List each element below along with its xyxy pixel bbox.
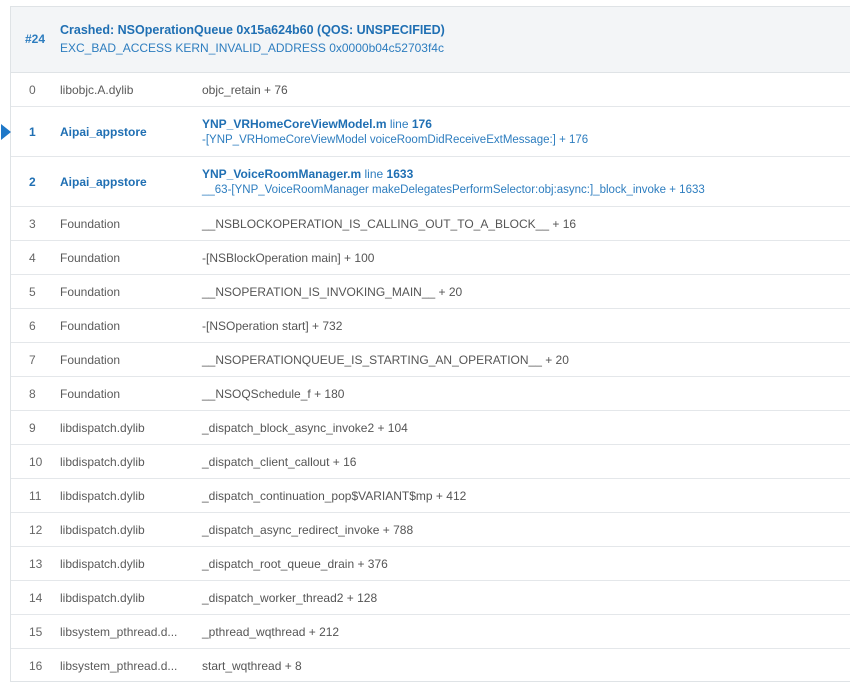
frame-line-word: line xyxy=(364,167,384,181)
frame-symbol: -[YNP_VRHomeCoreViewModel voiceRoomDidRe… xyxy=(202,134,589,146)
frame-line-number: 1633 xyxy=(386,167,414,181)
frame-library: libdispatch.dylib xyxy=(60,420,145,435)
frame-library: libdispatch.dylib xyxy=(60,556,145,571)
frame-index: 6 xyxy=(29,318,36,333)
frame-row[interactable]: 9 libdispatch.dylib _dispatch_block_asyn… xyxy=(11,411,850,445)
frame-library: libdispatch.dylib xyxy=(60,454,145,469)
frame-file: YNP_VRHomeCoreViewModel.m xyxy=(202,117,387,131)
frame-row[interactable]: 13 libdispatch.dylib _dispatch_root_queu… xyxy=(11,547,850,581)
frame-library: Foundation xyxy=(60,250,121,265)
frame-row[interactable]: 3 Foundation __NSBLOCKOPERATION_IS_CALLI… xyxy=(11,207,850,241)
frame-symbol: -[NSBlockOperation main] + 100 xyxy=(202,250,375,265)
frame-symbol: start_wqthread + 8 xyxy=(202,659,302,673)
frame-symbol: objc_retain + 76 xyxy=(202,82,288,97)
stack-trace-panel: #24 Crashed: NSOperationQueue 0x15a624b6… xyxy=(1,6,850,683)
frame-index: 12 xyxy=(29,522,43,537)
frame-index: 8 xyxy=(29,386,36,401)
frame-row[interactable]: 11 libdispatch.dylib _dispatch_continuat… xyxy=(11,479,850,513)
frame-index: 15 xyxy=(29,624,43,639)
frame-symbol: __63-[YNP_VoiceRoomManager makeDelegates… xyxy=(202,184,705,196)
frame-symbol: _dispatch_continuation_pop$VARIANT$mp + … xyxy=(202,488,467,503)
frame-index: 13 xyxy=(29,556,43,571)
frame-source-location[interactable]: YNP_VoiceRoomManager.m line 1633 xyxy=(202,166,705,182)
frame-line-number: 176 xyxy=(411,117,432,131)
current-frame-marker-icon xyxy=(1,124,11,140)
frame-index: 14 xyxy=(29,590,43,605)
frame-library: Foundation xyxy=(60,284,121,299)
frame-symbol: _dispatch_block_async_invoke2 + 104 xyxy=(202,420,408,435)
frame-library: Aipai_appstore xyxy=(60,174,147,189)
frame-symbol: _dispatch_worker_thread2 + 128 xyxy=(202,590,378,605)
frame-library: libdispatch.dylib xyxy=(60,522,145,537)
frame-symbol-block: YNP_VoiceRoomManager.m line 1633 __63-[Y… xyxy=(202,166,705,198)
frame-symbol: __NSBLOCKOPERATION_IS_CALLING_OUT_TO_A_B… xyxy=(202,216,577,231)
frame-library: libdispatch.dylib xyxy=(60,488,145,503)
frame-index: 16 xyxy=(29,659,43,673)
frame-row[interactable]: 2 Aipai_appstore YNP_VoiceRoomManager.m … xyxy=(11,157,850,207)
frame-library: libobjc.A.dylib xyxy=(60,82,134,97)
frame-symbol: _dispatch_root_queue_drain + 376 xyxy=(202,556,388,571)
frame-library: Foundation xyxy=(60,386,121,401)
frame-index: 2 xyxy=(29,174,36,189)
frame-symbol: _dispatch_async_redirect_invoke + 788 xyxy=(202,522,414,537)
frame-library: libsystem_pthread.d... xyxy=(60,659,178,673)
frame-symbol: __NSOQSchedule_f + 180 xyxy=(202,386,345,401)
frame-index: 0 xyxy=(29,82,36,97)
frame-index: 9 xyxy=(29,420,36,435)
frame-row[interactable]: 7 Foundation __NSOPERATIONQUEUE_IS_START… xyxy=(11,343,850,377)
frame-index: 5 xyxy=(29,284,36,299)
frame-library: libdispatch.dylib xyxy=(60,590,145,605)
frame-line-word: line xyxy=(389,117,409,131)
frame-index: 4 xyxy=(29,250,36,265)
frame-symbol: __NSOPERATIONQUEUE_IS_STARTING_AN_OPERAT… xyxy=(202,352,569,367)
frame-symbol: -[NSOperation start] + 732 xyxy=(202,318,343,333)
frame-row[interactable]: 0 libobjc.A.dylib objc_retain + 76 xyxy=(11,73,850,107)
crash-title: Crashed: NSOperationQueue 0x15a624b60 (Q… xyxy=(60,23,445,37)
frame-file: YNP_VoiceRoomManager.m xyxy=(202,167,362,181)
frame-row[interactable]: 5 Foundation __NSOPERATION_IS_INVOKING_M… xyxy=(11,275,850,309)
frame-row[interactable]: 12 libdispatch.dylib _dispatch_async_red… xyxy=(11,513,850,547)
frame-row[interactable]: 16 libsystem_pthread.d... start_wqthread… xyxy=(11,649,850,683)
crash-exception: EXC_BAD_ACCESS KERN_INVALID_ADDRESS 0x00… xyxy=(60,41,444,55)
frame-row[interactable]: 10 libdispatch.dylib _dispatch_client_ca… xyxy=(11,445,850,479)
frame-symbol-block: YNP_VRHomeCoreViewModel.m line 176 -[YNP… xyxy=(202,116,588,148)
frame-index: 11 xyxy=(29,488,42,503)
frame-symbol: _pthread_wqthread + 212 xyxy=(202,624,340,639)
frame-library: libsystem_pthread.d... xyxy=(60,624,178,639)
frame-index: 3 xyxy=(29,216,36,231)
thread-header[interactable]: #24 Crashed: NSOperationQueue 0x15a624b6… xyxy=(11,7,850,73)
frame-row[interactable]: 14 libdispatch.dylib _dispatch_worker_th… xyxy=(11,581,850,615)
thread-number: #24 xyxy=(25,32,46,46)
frame-source-location[interactable]: YNP_VRHomeCoreViewModel.m line 176 xyxy=(202,116,588,132)
frame-index: 7 xyxy=(29,352,36,367)
frame-row[interactable]: 6 Foundation -[NSOperation start] + 732 xyxy=(11,309,850,343)
frame-symbol: __NSOPERATION_IS_INVOKING_MAIN__ + 20 xyxy=(202,284,463,299)
frame-row[interactable]: 4 Foundation -[NSBlockOperation main] + … xyxy=(11,241,850,275)
frame-index: 1 xyxy=(29,124,36,139)
frame-index: 10 xyxy=(29,454,43,469)
frame-library: Foundation xyxy=(60,318,121,333)
frame-row[interactable]: 8 Foundation __NSOQSchedule_f + 180 xyxy=(11,377,850,411)
frame-library: Aipai_appstore xyxy=(60,124,147,139)
frame-row[interactable]: 15 libsystem_pthread.d... _pthread_wqthr… xyxy=(11,615,850,649)
frame-library: Foundation xyxy=(60,216,121,231)
frame-symbol: _dispatch_client_callout + 16 xyxy=(202,454,357,469)
frame-library: Foundation xyxy=(60,352,121,367)
frame-row-selected[interactable]: 1 Aipai_appstore YNP_VRHomeCoreViewModel… xyxy=(1,107,850,157)
